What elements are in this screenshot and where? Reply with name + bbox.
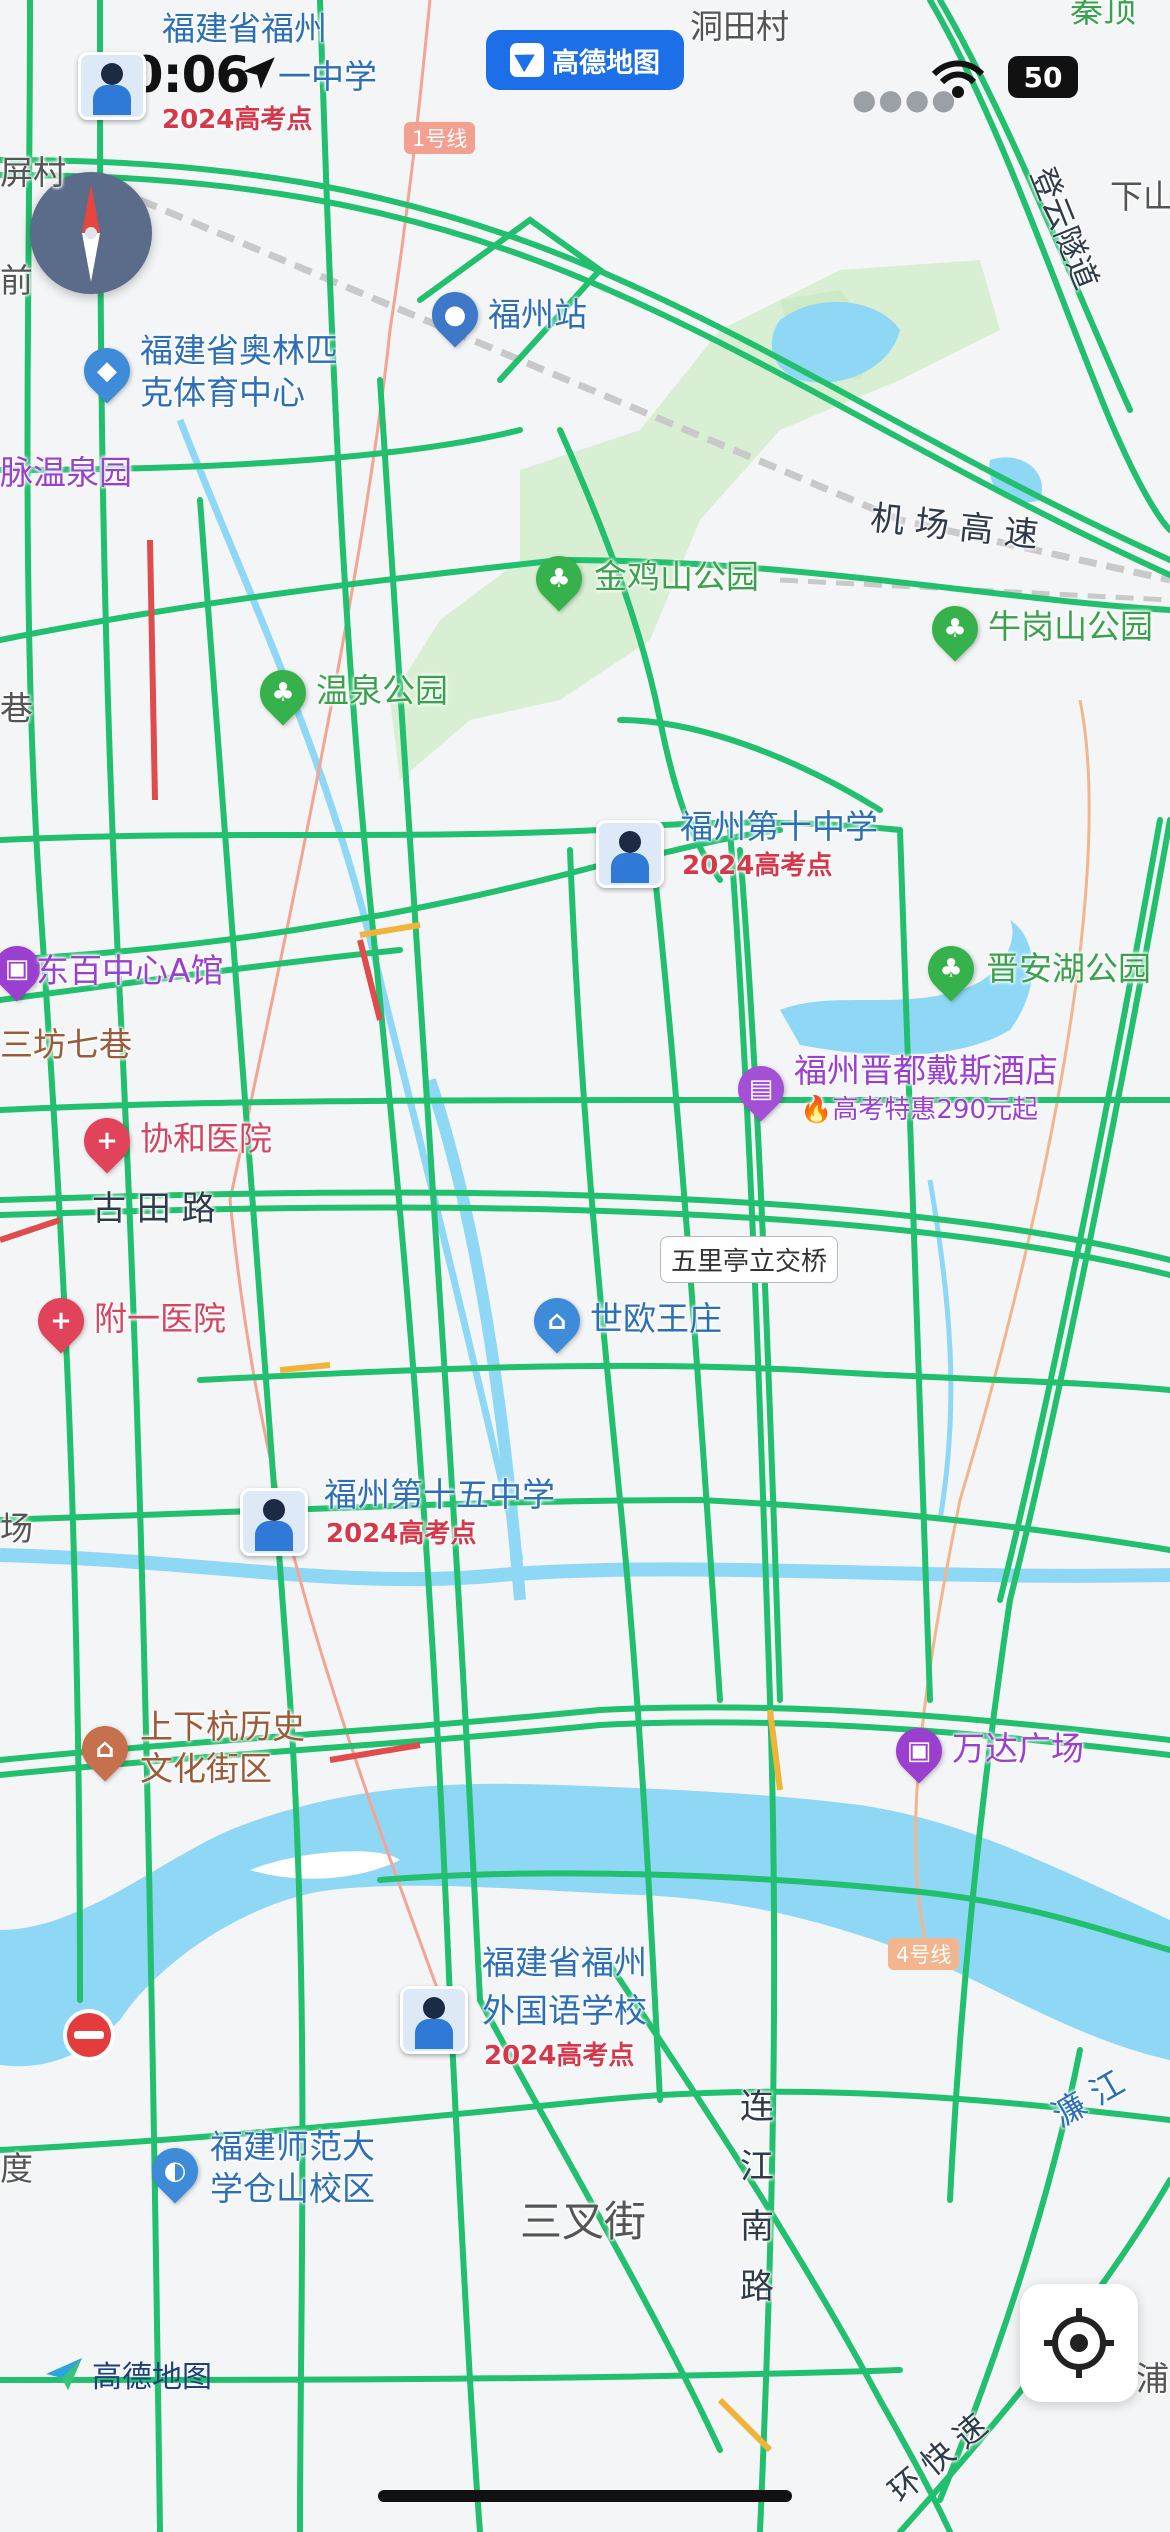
poi-fuzhou-no15-tag: 2024高考点 bbox=[326, 1519, 477, 1549]
poi-olympic-center-line2[interactable]: 克体育中心 bbox=[140, 374, 305, 412]
train-station-icon[interactable]: ● bbox=[422, 282, 488, 348]
university-icon[interactable]: ◐ bbox=[142, 2138, 208, 2204]
hospital-icon[interactable]: + bbox=[28, 1288, 94, 1354]
road-label-lianjiang-4: 路 bbox=[740, 2267, 774, 2307]
poi-fuzhou-no10-tag: 2024高考点 bbox=[682, 851, 833, 881]
locate-icon bbox=[1044, 2308, 1114, 2378]
park-icon[interactable]: ♣ bbox=[922, 596, 988, 662]
mall-icon[interactable]: ▣ bbox=[886, 1718, 952, 1784]
poi-sanfang-qixiang[interactable]: 三坊七巷 bbox=[0, 1026, 132, 1064]
poi-du: 度 bbox=[0, 2149, 33, 2188]
road-label-lianjiang-2: 江 bbox=[740, 2147, 774, 2187]
hotel-icon[interactable]: ▤ bbox=[728, 1056, 794, 1122]
poi-wanda-plaza[interactable]: 万达广场 bbox=[952, 1730, 1084, 1768]
poi-hotel-name[interactable]: 福州晋都戴斯酒店 bbox=[794, 1052, 1058, 1090]
poi-fjnu-cangshan[interactable]: 福建师范大 bbox=[210, 2128, 375, 2166]
locate-button[interactable] bbox=[1020, 2284, 1138, 2402]
scenic-icon[interactable]: ⌂ bbox=[72, 1716, 138, 1782]
no-entry-icon[interactable] bbox=[60, 2006, 118, 2064]
park-icon[interactable]: ♣ bbox=[918, 936, 984, 1002]
poi-xiehe-hospital[interactable]: 协和医院 bbox=[140, 1120, 272, 1158]
poi-qian: 前 bbox=[0, 261, 33, 300]
poi-chang: 场 bbox=[0, 1509, 33, 1548]
battery-indicator: 50 bbox=[1008, 56, 1078, 98]
poi-fuzhou-no1-name[interactable]: 福建省福州 bbox=[162, 10, 327, 48]
amap-logo-icon bbox=[46, 2358, 82, 2390]
poi-fuzhou-no1-tag: 2024高考点 bbox=[162, 105, 313, 135]
bridge-label[interactable]: 五里亭立交桥 bbox=[660, 1236, 839, 1283]
poi-pu: 浦 bbox=[1136, 2359, 1169, 2398]
hospital-icon[interactable]: + bbox=[74, 1108, 140, 1174]
poi-dongtiancun: 洞田村 bbox=[690, 7, 789, 46]
school-avatar-icon[interactable] bbox=[400, 1986, 468, 2054]
poi-fuzhou-no10-name[interactable]: 福州第十中学 bbox=[680, 808, 878, 846]
poi-dongbai-center[interactable]: 东百中心A馆 bbox=[36, 952, 224, 990]
poi-foreign-language-school-tag: 2024高考点 bbox=[484, 2041, 635, 2071]
metro-line-4-label: 4号线 bbox=[888, 1938, 960, 1970]
wifi-icon bbox=[932, 60, 984, 98]
poi-fjnu-cangshan-line2[interactable]: 学仓山校区 bbox=[210, 2170, 375, 2208]
poi-fuzhou-no15-name[interactable]: 福州第十五中学 bbox=[324, 1476, 555, 1514]
poi-jinjishan-park[interactable]: 金鸡山公园 bbox=[594, 558, 759, 596]
school-avatar-icon[interactable] bbox=[78, 52, 146, 120]
home-indicator[interactable] bbox=[378, 2490, 792, 2502]
poi-fuyi-hospital[interactable]: 附一医院 bbox=[94, 1300, 226, 1338]
poi-wenquan-park[interactable]: 温泉公园 bbox=[316, 672, 448, 710]
app-badge-label: 高德地图 bbox=[552, 47, 660, 79]
park-icon[interactable]: ♣ bbox=[526, 546, 592, 612]
poi-shiou-wangzhuang[interactable]: 世欧王庄 bbox=[590, 1300, 722, 1338]
poi-fuzhou-station[interactable]: 福州站 bbox=[488, 296, 587, 334]
place-icon[interactable]: ⌂ bbox=[524, 1288, 590, 1354]
poi-shangxiahang-line2[interactable]: 文化街区 bbox=[140, 1750, 272, 1788]
app-badge[interactable]: 高德地图 bbox=[486, 30, 684, 90]
amap-logo: 高德地图 bbox=[44, 2352, 212, 2396]
poi-pingcun: 屏村 bbox=[0, 153, 66, 192]
school-avatar-icon[interactable] bbox=[240, 1488, 308, 1556]
poi-hot-spring-garden[interactable]: 脉温泉园 bbox=[0, 454, 132, 492]
area-label-sanchajie: 三叉街 bbox=[520, 2197, 647, 2246]
road-label-lianjiang-3: 南 bbox=[740, 2207, 774, 2247]
poi-hotel-promo-text: 高考特惠290元起 bbox=[832, 1095, 1039, 1125]
poi-top-right-park: 秦顶 bbox=[1070, 0, 1136, 30]
amap-mark-icon bbox=[510, 43, 544, 77]
road-label-lianjiang-1: 连 bbox=[740, 2087, 774, 2127]
stadium-icon[interactable]: ◆ bbox=[74, 338, 140, 404]
poi-hotel-promo: 🔥高考特惠290元起 bbox=[800, 1095, 1039, 1125]
poi-olympic-center[interactable]: 福建省奥林匹 bbox=[140, 332, 338, 370]
school-avatar-icon[interactable] bbox=[596, 820, 664, 888]
poi-foreign-language-school-line2[interactable]: 外国语学校 bbox=[482, 1992, 647, 2030]
poi-xiashan: 下山 bbox=[1110, 177, 1170, 216]
poi-shangxiahang[interactable]: 上下杭历史 bbox=[140, 1708, 305, 1746]
park-icon[interactable]: ♣ bbox=[250, 660, 316, 726]
road-label-gutian: 古 田 路 bbox=[92, 1189, 216, 1229]
metro-line-1-label: 1号线 bbox=[404, 122, 476, 154]
poi-xiang: 巷 bbox=[0, 689, 33, 728]
poi-niugangshan-park[interactable]: 牛岗山公园 bbox=[988, 608, 1153, 646]
location-arrow-icon bbox=[243, 57, 275, 89]
amap-logo-text: 高德地图 bbox=[92, 2360, 212, 2395]
poi-jinanhu-park[interactable]: 晋安湖公园 bbox=[986, 950, 1151, 988]
poi-foreign-language-school[interactable]: 福建省福州 bbox=[482, 1944, 647, 1982]
poi-fuzhou-no1-line2[interactable]: 一中学 bbox=[278, 58, 377, 96]
